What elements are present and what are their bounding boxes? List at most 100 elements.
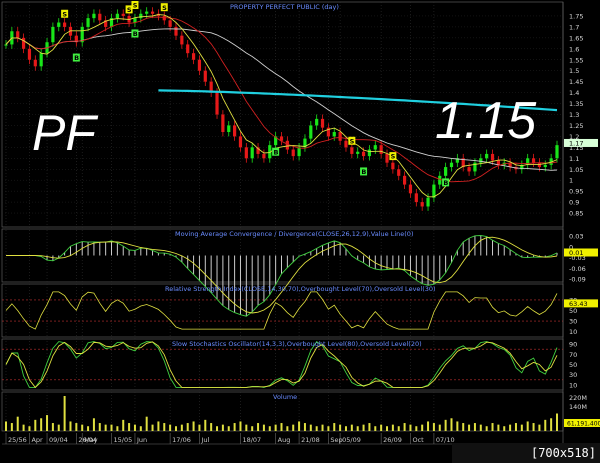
- candle-body: [92, 13, 96, 19]
- candle-body: [414, 193, 418, 203]
- volume-bar: [10, 423, 13, 431]
- candle-body: [297, 147, 301, 157]
- candle-body: [39, 53, 43, 67]
- volume-bar: [233, 423, 236, 431]
- volume-bar: [169, 424, 172, 431]
- candle-body: [315, 118, 319, 126]
- volume-bar: [221, 424, 224, 431]
- price-tick-label: 1.3: [569, 111, 579, 119]
- candle-body: [227, 125, 231, 133]
- date-label: Jul: [200, 436, 209, 444]
- macd-line: [6, 235, 558, 317]
- candle-body: [361, 151, 366, 157]
- date-label: 17/06: [172, 436, 191, 444]
- candle-body: [21, 37, 26, 49]
- volume-bar: [432, 423, 435, 431]
- volume-bar: [227, 426, 230, 431]
- date-label: 15/05: [114, 436, 133, 444]
- candle-body: [555, 145, 559, 159]
- candle-body: [402, 175, 407, 185]
- volume-last-label: 61,191,400: [567, 421, 600, 428]
- volume-bar: [438, 424, 441, 431]
- price-tick-label: 1.5: [569, 67, 579, 75]
- price-annotation: 1.15: [435, 92, 537, 150]
- stock-chart-screenshot: SBSSSBSSBBB 1.75 1.7 1.65 1.6 1.55 1.5 1.45 1.4…: [0, 0, 600, 463]
- signal-letter: S: [133, 2, 138, 10]
- signal-letter: B: [74, 54, 79, 62]
- volume-bar: [286, 426, 289, 431]
- candle-body: [4, 44, 8, 46]
- price-tick-label: 0.9: [569, 199, 579, 207]
- price-tick-label: 1: [569, 177, 573, 185]
- volume-bar: [104, 424, 107, 431]
- price-tick-label: 0.85: [569, 210, 583, 218]
- volume-bar: [46, 415, 49, 431]
- stoch-tick-label: 50: [569, 361, 577, 369]
- signal-letter: B: [361, 168, 366, 176]
- candle-body: [121, 13, 125, 16]
- candle-body: [16, 31, 20, 38]
- macd-signal-line: [6, 236, 558, 314]
- volume-bar: [327, 426, 330, 431]
- date-label: Jun: [136, 436, 147, 444]
- volume-bar: [145, 416, 148, 431]
- date-label: 05/09: [342, 436, 361, 444]
- candle-body: [379, 145, 383, 154]
- date-label: Sep: [330, 436, 342, 444]
- candle-body: [33, 59, 37, 67]
- candle-body: [385, 153, 389, 163]
- volume-bar: [40, 418, 43, 431]
- rsi-tick-label: 30: [569, 318, 577, 326]
- volume-bar: [163, 423, 166, 431]
- volume-bar: [192, 421, 195, 431]
- volume-bar: [309, 424, 312, 431]
- volume-bar: [28, 426, 31, 431]
- volume-bar: [556, 413, 558, 431]
- volume-bar: [210, 423, 213, 431]
- volume-bar: [532, 423, 535, 431]
- candle-body: [174, 26, 178, 36]
- volume-bar: [239, 421, 242, 431]
- volume-bar: [174, 426, 177, 431]
- price-tick-label: 1.7: [569, 23, 579, 31]
- volume-bar: [292, 424, 295, 431]
- volume-bar: [128, 423, 131, 431]
- price-tick-label: 1.4: [569, 89, 579, 97]
- candle-body: [168, 20, 172, 27]
- signal-letter: S: [391, 153, 396, 161]
- date-label: Oct: [412, 436, 424, 444]
- candle-body: [344, 140, 348, 148]
- candle-body: [408, 184, 413, 194]
- candle-body: [449, 162, 454, 168]
- candle-body: [367, 149, 372, 157]
- volume-bar: [57, 424, 60, 431]
- price-tick-label: 1.65: [569, 34, 583, 42]
- volume-bar: [216, 426, 219, 431]
- last-price-label: 1.17: [569, 139, 583, 147]
- candle-body: [51, 26, 55, 43]
- volume-bar: [456, 421, 459, 431]
- volume-bar: [69, 421, 72, 431]
- candle-body: [262, 153, 266, 159]
- volume-bar: [151, 424, 154, 431]
- ticker-annotation: PF: [32, 105, 98, 161]
- candle-body: [197, 59, 202, 71]
- volume-bar: [450, 418, 453, 431]
- volume-bar: [362, 424, 365, 431]
- volume-bar: [274, 424, 277, 431]
- volume-bar: [485, 426, 488, 431]
- macd-tick-label: -0.09: [569, 276, 586, 284]
- price-tick-label: 1.6: [569, 45, 579, 53]
- volume-bar: [180, 424, 183, 431]
- volume-bar: [468, 424, 471, 431]
- volume-bar: [550, 418, 553, 431]
- volume-bar: [268, 426, 271, 431]
- date-label: 26/09: [383, 436, 402, 444]
- volume-bar: [333, 423, 336, 431]
- candle-body: [543, 164, 547, 168]
- stoch-tick-label: 30: [569, 371, 577, 379]
- price-tick-label: 1.55: [569, 56, 583, 64]
- price-tick-label: 1.25: [569, 122, 583, 130]
- price-tick-label: 1.75: [569, 12, 583, 20]
- volume-bar: [503, 426, 506, 431]
